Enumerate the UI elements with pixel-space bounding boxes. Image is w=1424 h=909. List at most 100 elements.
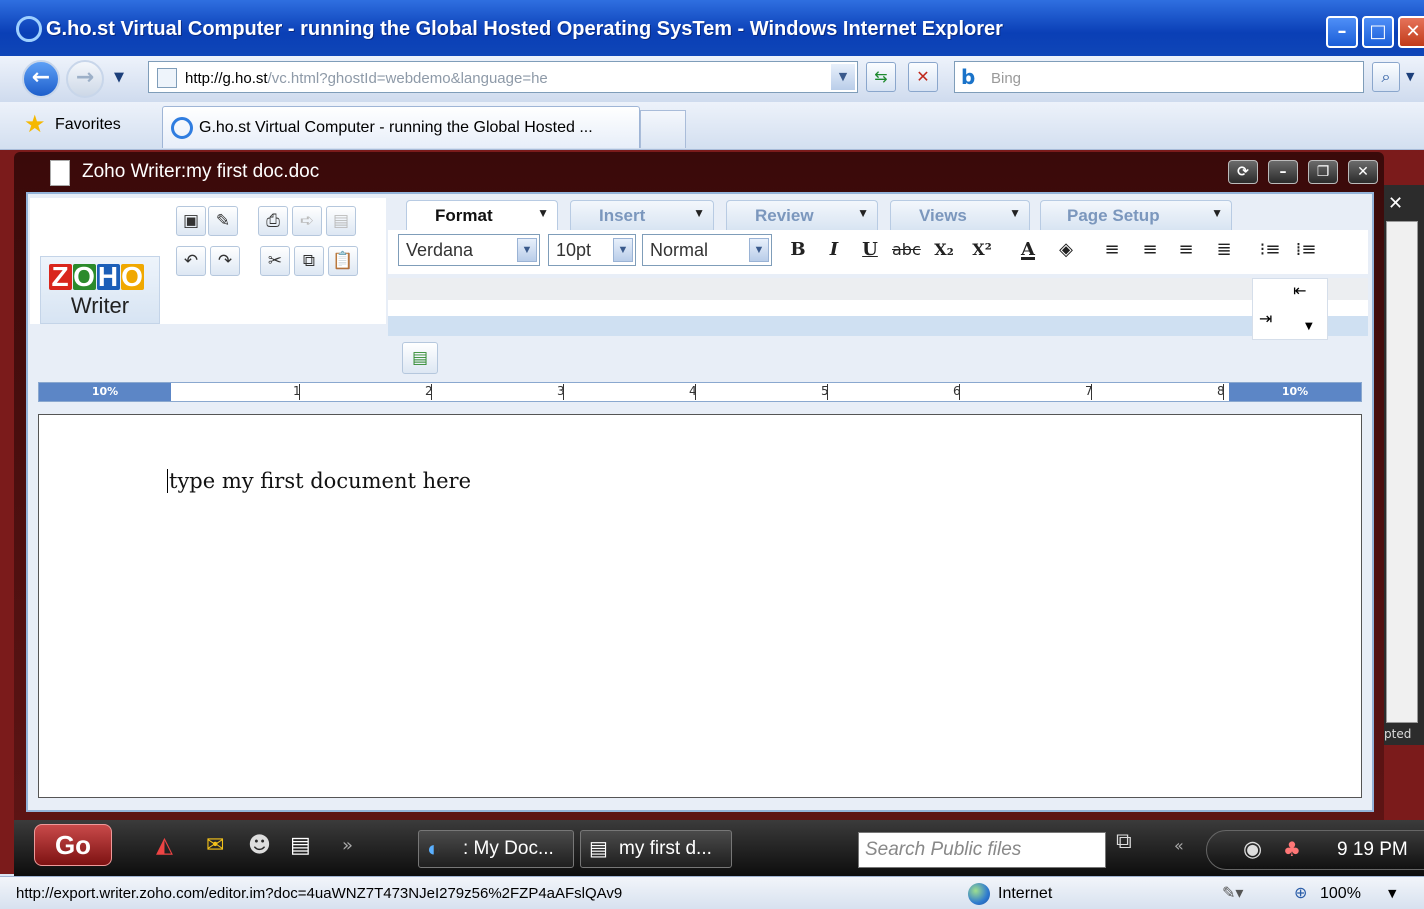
numbered-list-icon[interactable]: ⁝≡ bbox=[1256, 236, 1284, 264]
tab-views[interactable]: Views ▼ bbox=[890, 200, 1030, 230]
tray-disc-icon[interactable]: ◉ bbox=[1243, 837, 1262, 862]
close-window-button[interactable]: ✕ bbox=[1348, 160, 1378, 184]
minimize-window-button[interactable]: – bbox=[1268, 160, 1298, 184]
chevron-down-icon: ▼ bbox=[749, 238, 769, 262]
minimize-button[interactable]: – bbox=[1326, 16, 1358, 48]
more-icon[interactable]: » bbox=[342, 834, 353, 858]
forward-icon[interactable]: → bbox=[66, 60, 104, 98]
quicklaunch-paint-icon[interactable]: ◭ bbox=[156, 834, 173, 858]
paste-icon[interactable]: 📋 bbox=[328, 246, 358, 276]
copy-icon[interactable]: ⧉ bbox=[294, 246, 324, 276]
font-color-icon[interactable]: A bbox=[1014, 236, 1042, 264]
writer-tool-panel: Z OHO Writer ▣ ✎ ⎙ ➪ ▤ ↶ ↷ ✂ ⧉ 📋 bbox=[30, 198, 386, 324]
cut-icon[interactable]: ✂ bbox=[260, 246, 290, 276]
undo-icon[interactable]: ↶ bbox=[176, 246, 206, 276]
zoom-dropdown-icon[interactable]: ▼ bbox=[1388, 887, 1396, 900]
my-docs-icon: ◐ bbox=[427, 836, 441, 861]
print-icon[interactable]: ⎙ bbox=[258, 206, 288, 236]
go-button[interactable]: Go bbox=[34, 824, 112, 866]
writer-body: Z OHO Writer ▣ ✎ ⎙ ➪ ▤ ↶ ↷ ✂ ⧉ 📋 Format ▼ … bbox=[26, 192, 1374, 812]
background-window: ✕ pted bbox=[1382, 185, 1424, 745]
security-zone: Internet bbox=[998, 885, 1053, 902]
bullet-list-icon[interactable]: ⁞≡ bbox=[1292, 236, 1320, 264]
tab-insert[interactable]: Insert ▼ bbox=[570, 200, 714, 230]
search-options-icon[interactable]: ▼ bbox=[1406, 70, 1414, 83]
ruler-tick: 6 bbox=[953, 384, 961, 400]
new-tab-button[interactable] bbox=[640, 110, 686, 148]
bold-icon[interactable]: B bbox=[784, 236, 812, 264]
refresh-icon[interactable]: ⇆ bbox=[866, 62, 896, 92]
redo-icon[interactable]: ↷ bbox=[210, 246, 240, 276]
zoom-level[interactable]: 100% bbox=[1320, 885, 1361, 903]
style-select[interactable]: Normal ▼ bbox=[642, 234, 772, 266]
tab-format[interactable]: Format ▼ bbox=[406, 200, 558, 230]
ruler-right-margin[interactable]: 10% bbox=[1229, 383, 1361, 401]
mail-icon[interactable]: ✉ bbox=[206, 834, 224, 858]
favorites-button[interactable]: Favorites bbox=[55, 116, 121, 134]
back-icon[interactable]: ← bbox=[22, 60, 60, 98]
tab-page-setup[interactable]: Page Setup ▼ bbox=[1040, 200, 1232, 230]
globe-icon bbox=[968, 883, 990, 905]
save-icon[interactable]: ▣ bbox=[176, 206, 206, 236]
maximize-button[interactable]: □ bbox=[1362, 16, 1394, 48]
highlight-icon[interactable]: ◈ bbox=[1052, 236, 1080, 264]
search-field[interactable]: b Bing bbox=[954, 61, 1364, 93]
search-icon[interactable]: ⌕ bbox=[1372, 62, 1400, 92]
share-icon[interactable]: ▤ bbox=[326, 206, 356, 236]
ruler-tick: 8 bbox=[1217, 384, 1225, 400]
zoom-icon[interactable]: ⊕ bbox=[1294, 883, 1307, 902]
size-select[interactable]: 10pt ▼ bbox=[548, 234, 636, 266]
chevron-down-icon[interactable]: ▼ bbox=[1305, 321, 1313, 332]
align-right-icon[interactable]: ≡ bbox=[1172, 236, 1200, 264]
export-icon[interactable]: ➪ bbox=[292, 206, 322, 236]
restore-window-button[interactable]: ❐ bbox=[1308, 160, 1338, 184]
protected-mode-icon[interactable]: ✎▾ bbox=[1222, 883, 1243, 902]
ruler: 10% 10% 1 2 3 4 5 6 7 8 bbox=[38, 382, 1362, 402]
zoho-writer-logo[interactable]: Z OHO Writer bbox=[40, 256, 160, 324]
star-icon[interactable]: ★ bbox=[24, 112, 46, 136]
favorites-bar: ★ Favorites G.ho.st Virtual Computer - r… bbox=[0, 102, 1424, 150]
browser-tab-active[interactable]: G.ho.st Virtual Computer - running the G… bbox=[162, 106, 640, 148]
history-dropdown-icon[interactable]: ▼ bbox=[114, 70, 124, 85]
document-text[interactable]: type my first document here bbox=[169, 469, 471, 493]
refresh-window-button[interactable]: ⟳ bbox=[1228, 160, 1258, 184]
network-icon[interactable]: ⧉ bbox=[1116, 830, 1132, 854]
chat-icon[interactable]: ☻ bbox=[248, 834, 271, 858]
close-button[interactable]: ✕ bbox=[1398, 16, 1424, 48]
document-editor[interactable]: type my first document here bbox=[38, 414, 1362, 798]
justify-icon[interactable]: ≣ bbox=[1210, 236, 1238, 264]
italic-icon[interactable]: I bbox=[820, 236, 848, 264]
subscript-icon[interactable]: X₂ bbox=[930, 236, 958, 264]
collapse-icon[interactable]: « bbox=[1174, 834, 1184, 858]
stop-icon[interactable]: ✕ bbox=[908, 62, 938, 92]
address-field[interactable]: http://g.ho.st/vc.html?ghostId=webdemo&l… bbox=[148, 61, 858, 93]
chevron-down-icon: ▼ bbox=[693, 206, 705, 220]
document-icon[interactable]: ▤ bbox=[290, 834, 311, 858]
increase-indent-icon[interactable]: ⇥ bbox=[1259, 309, 1272, 328]
tab-review[interactable]: Review ▼ bbox=[726, 200, 878, 230]
close-icon[interactable]: ✕ bbox=[1388, 193, 1403, 214]
align-center-icon[interactable]: ≡ bbox=[1136, 236, 1164, 264]
ruler-tick: 5 bbox=[821, 384, 829, 400]
decrease-indent-icon[interactable]: ⇤ bbox=[1293, 281, 1306, 300]
superscript-icon[interactable]: X² bbox=[968, 236, 996, 264]
zoho-writer-window: Zoho Writer:my first doc.doc ⟳ – ❐ ✕ Z OH… bbox=[14, 152, 1384, 820]
strikethrough-icon[interactable]: abc bbox=[892, 236, 921, 264]
tray-users-icon[interactable]: ♣ bbox=[1283, 837, 1301, 861]
chevron-down-icon: ▼ bbox=[517, 238, 537, 262]
chevron-down-icon: ▼ bbox=[613, 238, 633, 262]
font-select[interactable]: Verdana ▼ bbox=[398, 234, 540, 266]
document-properties-icon[interactable]: ▤ bbox=[402, 342, 438, 374]
align-left-icon[interactable]: ≡ bbox=[1098, 236, 1126, 264]
public-files-search-input[interactable]: Search Public files bbox=[858, 832, 1106, 868]
ruler-tick: 3 bbox=[557, 384, 565, 400]
format-toolbar: Verdana ▼ 10pt ▼ Normal ▼ B I U abc X₂ X² A… bbox=[388, 230, 1368, 274]
ruler-left-margin[interactable]: 10% bbox=[39, 383, 171, 401]
taskbar-item-my-first-doc[interactable]: ▤ my first d... bbox=[580, 830, 732, 868]
save-as-icon[interactable]: ✎ bbox=[208, 206, 238, 236]
underline-icon[interactable]: U bbox=[856, 236, 884, 264]
address-dropdown-icon[interactable]: ▼ bbox=[831, 64, 855, 90]
taskbar-item-my-docs[interactable]: ◐ : My Doc... bbox=[418, 830, 574, 868]
url-domain: http://g.ho.st bbox=[185, 70, 268, 87]
document-icon bbox=[50, 160, 70, 186]
